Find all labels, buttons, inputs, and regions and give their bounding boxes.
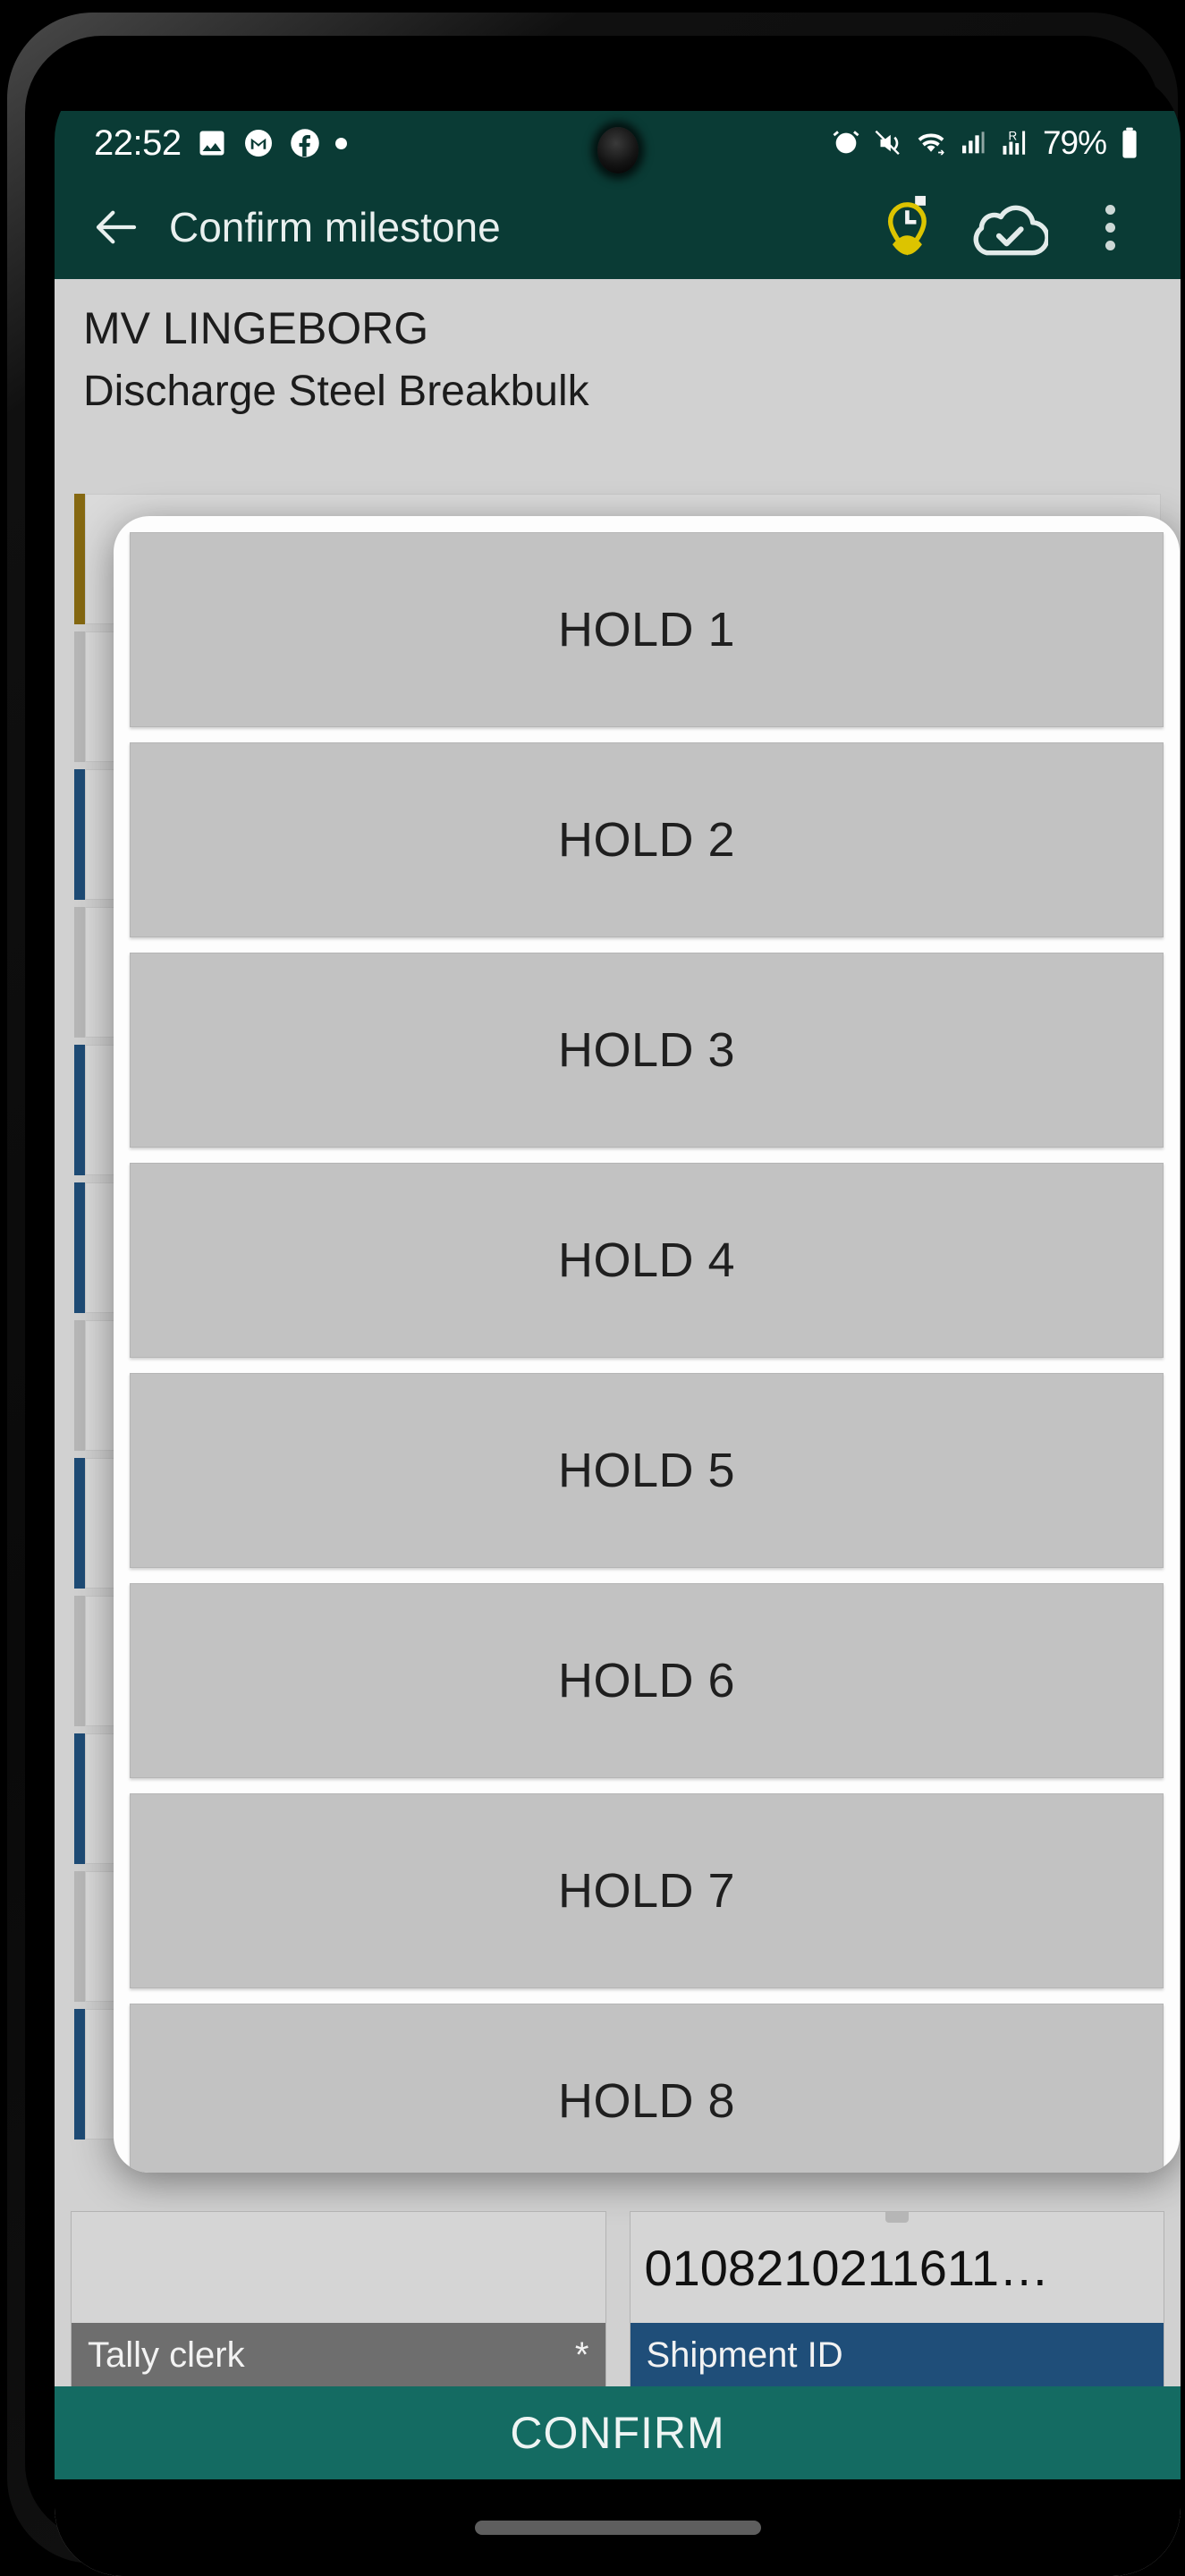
gesture-pill[interactable] bbox=[474, 2521, 761, 2535]
svg-text:R: R bbox=[1008, 129, 1017, 142]
tally-clerk-field[interactable]: Tally clerk * bbox=[71, 2211, 606, 2388]
page-title: Confirm milestone bbox=[169, 204, 501, 250]
shipment-id-field[interactable]: 0108210211611… Shipment ID bbox=[629, 2211, 1164, 2388]
hold-option-7[interactable]: HOLD 7 bbox=[130, 1793, 1164, 1988]
tally-clerk-label-bar: Tally clerk * bbox=[72, 2323, 605, 2387]
back-arrow-icon[interactable] bbox=[87, 198, 146, 257]
hold-selection-dialog: HOLD 1 HOLD 2 HOLD 3 HOLD 4 HOLD 5 HOLD … bbox=[114, 516, 1180, 2173]
status-bar-right: R 79% bbox=[831, 124, 1141, 162]
shipment-id-label-bar: Shipment ID bbox=[630, 2323, 1164, 2387]
tally-clerk-label: Tally clerk bbox=[88, 2334, 245, 2375]
hold-option-4[interactable]: HOLD 4 bbox=[130, 1163, 1164, 1358]
photo-icon bbox=[196, 127, 228, 159]
overflow-menu-icon[interactable] bbox=[1071, 189, 1148, 266]
signal-icon bbox=[959, 128, 987, 158]
hold-option-8[interactable]: HOLD 8 bbox=[130, 2004, 1164, 2173]
system-nav-bar bbox=[55, 2479, 1181, 2576]
front-camera-icon bbox=[597, 127, 639, 174]
facebook-icon bbox=[289, 127, 321, 159]
roaming-signal-icon: R bbox=[999, 127, 1031, 159]
kebab-dots bbox=[1088, 204, 1132, 250]
phone-bezel-inner: 22:52 R 79% Confirm milestone MV LINGEBO… bbox=[25, 36, 1181, 2576]
drag-handle[interactable] bbox=[885, 2212, 909, 2223]
status-clock: 22:52 bbox=[94, 123, 182, 163]
wifi-icon bbox=[915, 127, 947, 159]
dot-indicator-icon bbox=[334, 137, 347, 149]
app-bar: Confirm milestone bbox=[55, 175, 1181, 279]
status-bar-left: 22:52 bbox=[94, 123, 347, 164]
battery-icon bbox=[1118, 126, 1141, 160]
location-time-pin-icon[interactable] bbox=[871, 189, 948, 266]
hold-option-3[interactable]: HOLD 3 bbox=[130, 953, 1164, 1148]
tally-clerk-value[interactable] bbox=[72, 2212, 605, 2323]
shipment-id-value[interactable]: 0108210211611… bbox=[631, 2212, 1164, 2323]
hold-option-1[interactable]: HOLD 1 bbox=[130, 532, 1164, 727]
bottom-fields: Tally clerk * 0108210211611… Shipment ID bbox=[55, 2206, 1181, 2388]
gmail-icon bbox=[242, 127, 275, 159]
vibrate-off-icon bbox=[873, 128, 903, 158]
hold-option-5[interactable]: HOLD 5 bbox=[130, 1373, 1164, 1568]
phone-bezel: 22:52 R 79% Confirm milestone MV LINGEBO… bbox=[7, 13, 1181, 2576]
hold-option-list: HOLD 1 HOLD 2 HOLD 3 HOLD 4 HOLD 5 HOLD … bbox=[130, 532, 1164, 2173]
confirm-button[interactable]: CONFIRM bbox=[55, 2386, 1181, 2479]
alarm-icon bbox=[831, 128, 861, 158]
app-bar-actions bbox=[871, 189, 1148, 266]
cloud-done-icon[interactable] bbox=[971, 189, 1048, 266]
required-asterisk: * bbox=[574, 2334, 589, 2375]
phone-device: 22:52 R 79% Confirm milestone MV LINGEBO… bbox=[0, 0, 1185, 2576]
shipment-id-label: Shipment ID bbox=[646, 2334, 843, 2375]
phone-screen: 22:52 R 79% Confirm milestone MV LINGEBO… bbox=[55, 72, 1181, 2576]
battery-percent-label: 79% bbox=[1042, 124, 1107, 161]
hold-option-6[interactable]: HOLD 6 bbox=[130, 1583, 1164, 1778]
hold-option-2[interactable]: HOLD 2 bbox=[130, 742, 1164, 937]
